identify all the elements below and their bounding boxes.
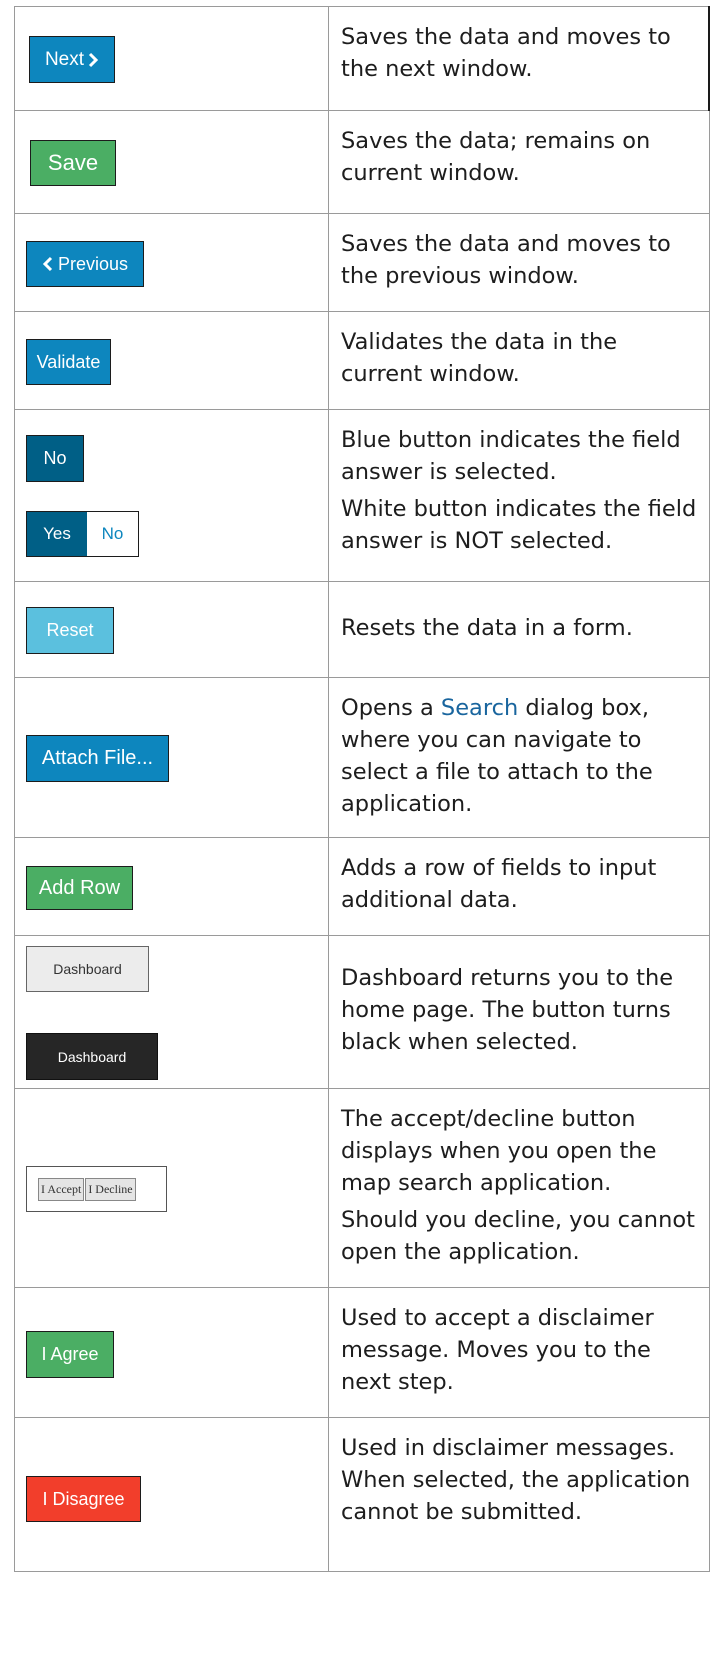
reset-button-label: Reset xyxy=(46,620,94,640)
description-text: Dashboard returns you to the home page. … xyxy=(341,965,674,1055)
description-text: Adds a row of fields to input additional… xyxy=(341,855,657,913)
table-row: Next Saves the data and moves to the nex… xyxy=(14,6,710,111)
description-cell: Resets the data in a form. xyxy=(328,581,710,678)
table-row: Attach File... Opens a Search dialog box… xyxy=(14,677,710,838)
description-text: The accept/decline button displays when … xyxy=(341,1106,657,1196)
description-text: Used to accept a disclaimer message. Mov… xyxy=(341,1305,654,1395)
table-row: Reset Resets the data in a form. xyxy=(14,581,710,678)
button-cell: Validate xyxy=(14,311,329,410)
table-row: Add Row Adds a row of fields to input ad… xyxy=(14,837,710,936)
add-row-button[interactable]: Add Row xyxy=(26,866,133,910)
yes-no-toggle[interactable]: Yes No xyxy=(26,511,139,557)
description-cell: Opens a Search dialog box, where you can… xyxy=(328,677,710,838)
accept-decline-group: I Accept I Decline xyxy=(26,1166,167,1212)
description-text: White button indicates the field answer … xyxy=(341,496,697,554)
table-row: I Agree Used to accept a disclaimer mess… xyxy=(14,1287,710,1418)
description-cell: Saves the data and moves to the next win… xyxy=(328,6,710,111)
description-text: Used in disclaimer messages. When select… xyxy=(341,1435,691,1525)
button-cell: I Disagree xyxy=(14,1417,329,1572)
attach-file-button-label: Attach File... xyxy=(41,747,154,769)
description-text: Should you decline, you cannot open the … xyxy=(341,1207,695,1265)
description-text: Blue button indicates the field answer i… xyxy=(341,427,681,485)
table-row: No Yes No Blue button indicates the fiel… xyxy=(14,409,710,582)
description-text: Saves the data; remains on current windo… xyxy=(341,128,651,186)
table-row: I Disagree Used in disclaimer messages. … xyxy=(14,1417,710,1572)
no-button-selected[interactable]: No xyxy=(26,435,84,482)
button-cell: I Accept I Decline xyxy=(14,1088,329,1288)
i-decline-button[interactable]: I Decline xyxy=(85,1177,136,1201)
no-option[interactable]: No xyxy=(87,512,138,556)
i-disagree-button[interactable]: I Disagree xyxy=(26,1476,141,1522)
next-button[interactable]: Next xyxy=(29,36,115,83)
table-row: Previous Saves the data and moves to the… xyxy=(14,213,710,312)
validate-button-label: Validate xyxy=(36,351,101,372)
i-agree-button[interactable]: I Agree xyxy=(26,1331,114,1378)
table-row: I Accept I Decline The accept/decline bu… xyxy=(14,1088,710,1288)
button-cell: Next xyxy=(14,6,329,111)
buttons-reference-table: Next Saves the data and moves to the nex… xyxy=(14,6,710,1572)
description-cell: Used in disclaimer messages. When select… xyxy=(328,1417,710,1572)
description-text: Validates the data in the current window… xyxy=(341,329,618,387)
table-row: Save Saves the data; remains on current … xyxy=(14,110,710,214)
description-cell: Validates the data in the current window… xyxy=(328,311,710,410)
validate-button[interactable]: Validate xyxy=(26,339,111,385)
description-cell: Dashboard returns you to the home page. … xyxy=(328,935,710,1089)
i-accept-button[interactable]: I Accept xyxy=(38,1177,85,1201)
button-cell: Reset xyxy=(14,581,329,678)
description-text: Resets the data in a form. xyxy=(341,614,633,641)
button-cell: Add Row xyxy=(14,837,329,936)
description-cell: Used to accept a disclaimer message. Mov… xyxy=(328,1287,710,1418)
attach-file-button[interactable]: Attach File... xyxy=(26,735,169,782)
chevron-right-icon xyxy=(88,52,99,67)
dashboard-button-label: Dashboard xyxy=(53,961,122,977)
dashboard-button-selected-label: Dashboard xyxy=(57,1048,127,1065)
yes-option[interactable]: Yes xyxy=(27,512,87,556)
description-cell: Blue button indicates the field answer i… xyxy=(328,409,710,582)
chevron-left-icon xyxy=(42,256,53,272)
save-button[interactable]: Save xyxy=(30,140,116,186)
description-text: Saves the data and moves to the previous… xyxy=(341,231,671,289)
next-button-label: Next xyxy=(44,48,85,70)
no-button-label: No xyxy=(43,448,67,468)
button-cell: Attach File... xyxy=(14,677,329,838)
description-text: Opens a Search dialog box, where you can… xyxy=(341,695,653,817)
button-cell: No Yes No xyxy=(14,409,329,582)
button-cell: Save xyxy=(14,110,329,214)
description-cell: The accept/decline button displays when … xyxy=(328,1088,710,1288)
add-row-button-label: Add Row xyxy=(38,876,121,899)
button-cell: Previous xyxy=(14,213,329,312)
button-cell: I Agree xyxy=(14,1287,329,1418)
i-agree-button-label: I Agree xyxy=(41,1344,99,1364)
previous-button-label: Previous xyxy=(57,253,129,274)
table-row: Dashboard Dashboard Dashboard returns yo… xyxy=(14,935,710,1089)
description-text: Saves the data and moves to the next win… xyxy=(341,24,671,82)
description-cell: Saves the data; remains on current windo… xyxy=(328,110,710,214)
save-button-label: Save xyxy=(47,150,99,175)
dashboard-button[interactable]: Dashboard xyxy=(26,946,149,992)
table-row: Validate Validates the data in the curre… xyxy=(14,311,710,410)
search-link[interactable]: Search xyxy=(441,695,518,721)
button-cell: Dashboard Dashboard xyxy=(14,935,329,1089)
description-cell: Adds a row of fields to input additional… xyxy=(328,837,710,936)
reset-button[interactable]: Reset xyxy=(26,607,114,654)
description-cell: Saves the data and moves to the previous… xyxy=(328,213,710,312)
previous-button[interactable]: Previous xyxy=(26,241,144,287)
i-disagree-button-label: I Disagree xyxy=(42,1488,125,1509)
dashboard-button-selected[interactable]: Dashboard xyxy=(26,1033,158,1080)
